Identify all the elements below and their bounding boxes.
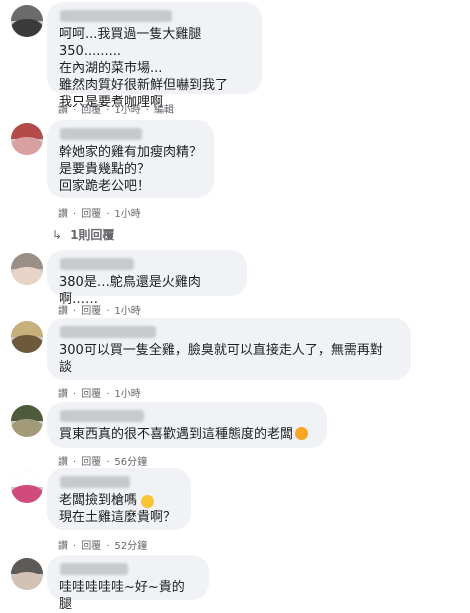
avatar-figure bbox=[11, 485, 43, 503]
avatar-figure bbox=[11, 267, 43, 285]
avatar[interactable] bbox=[11, 123, 43, 155]
edited-label[interactable]: 編輯 bbox=[154, 105, 174, 116]
comment-bubble: 380是…鴕鳥還是火雞肉啊…… bbox=[47, 250, 247, 307]
comment-text: 幹她家的雞有加瘦肉精？ 是要貴幾點的？ 回家跪老公吧！ bbox=[59, 145, 203, 194]
comment-actions: 讚 · 回覆 · 1小時 · 編輯 bbox=[58, 105, 174, 116]
reply-link[interactable]: 回覆 bbox=[81, 389, 101, 400]
comment-bubble: 買東西真的很不喜歡遇到這種態度的老闆 bbox=[47, 402, 327, 448]
comment-text: 買東西真的很不喜歡遇到這種態度的老闆 bbox=[59, 426, 315, 443]
reply-link[interactable]: 回覆 bbox=[81, 541, 101, 552]
commenter-name-blurred[interactable] bbox=[60, 563, 128, 575]
like-link[interactable]: 讚 bbox=[58, 457, 68, 468]
commenter-name-blurred[interactable] bbox=[60, 410, 144, 422]
comment-bubble: 老闆撿到槍嗎 現在土雞這麼貴啊？ bbox=[47, 468, 191, 530]
comment-actions: 讚 · 回覆 · 1小時 bbox=[58, 306, 141, 317]
avatar-figure bbox=[11, 335, 43, 353]
like-link[interactable]: 讚 bbox=[58, 209, 68, 220]
comment-actions: 讚 · 回覆 · 1小時 bbox=[58, 389, 141, 400]
timestamp[interactable]: 56分鐘 bbox=[114, 457, 147, 468]
comment-text-content: 買東西真的很不喜歡遇到這種態度的老闆 bbox=[59, 427, 294, 442]
commenter-name-blurred[interactable] bbox=[60, 326, 156, 338]
timestamp[interactable]: 1小時 bbox=[114, 209, 140, 220]
comment-actions: 讚 · 回覆 · 52分鐘 bbox=[58, 541, 148, 552]
crazy-face-icon bbox=[141, 495, 154, 508]
avatar[interactable] bbox=[11, 558, 43, 590]
like-link[interactable]: 讚 bbox=[58, 306, 68, 317]
commenter-name-blurred[interactable] bbox=[60, 128, 142, 140]
commenter-name-blurred[interactable] bbox=[60, 476, 130, 488]
avatar[interactable] bbox=[11, 471, 43, 503]
like-link[interactable]: 讚 bbox=[58, 389, 68, 400]
avatar[interactable] bbox=[11, 253, 43, 285]
comment-text-content: 老闆撿到槍嗎 現在土雞這麼貴啊？ bbox=[59, 493, 177, 525]
avatar-figure bbox=[11, 572, 43, 590]
comment-text: 呵呵...我買過一隻大雞腿350......... 在內湖的菜市場... 雖然肉… bbox=[59, 27, 229, 110]
reply-link[interactable]: 回覆 bbox=[81, 209, 101, 220]
avatar[interactable] bbox=[11, 405, 43, 437]
commenter-name-blurred[interactable] bbox=[60, 258, 134, 270]
avatar[interactable] bbox=[11, 5, 43, 37]
timestamp[interactable]: 1小時 bbox=[114, 389, 140, 400]
reply-arrow-icon: ↳ bbox=[52, 228, 63, 242]
timestamp[interactable]: 1小時 bbox=[114, 105, 140, 116]
reply-link[interactable]: 回覆 bbox=[81, 306, 101, 317]
reply-link[interactable]: 回覆 bbox=[81, 105, 101, 116]
timestamp[interactable]: 1小時 bbox=[114, 306, 140, 317]
avatar-figure bbox=[11, 137, 43, 155]
comment-text-line-1: 老闆撿到槍嗎 現在土雞這麼貴啊？ bbox=[59, 493, 176, 525]
comment-text: 300可以買一隻全雞，臉臭就可以直接走人了，無需再對 談 bbox=[59, 343, 383, 375]
timestamp[interactable]: 52分鐘 bbox=[114, 541, 147, 552]
comment-bubble: 呵呵...我買過一隻大雞腿350......... 在內湖的菜市場... 雖然肉… bbox=[47, 2, 262, 110]
comment-bubble: 300可以買一隻全雞，臉臭就可以直接走人了，無需再對 談 bbox=[47, 318, 411, 380]
comment-bubble: 哇哇哇哇哇~好~貴的腿 bbox=[47, 555, 209, 612]
view-replies-link[interactable]: ↳ 1則回覆 bbox=[52, 226, 114, 243]
like-link[interactable]: 讚 bbox=[58, 541, 68, 552]
view-replies-label: 1則回覆 bbox=[70, 228, 115, 242]
comment-actions: 讚 · 回覆 · 56分鐘 bbox=[58, 457, 148, 468]
avatar[interactable] bbox=[11, 321, 43, 353]
like-link[interactable]: 讚 bbox=[58, 105, 68, 116]
avatar-figure bbox=[11, 19, 43, 37]
avatar-figure bbox=[11, 419, 43, 437]
comment-actions: 讚 · 回覆 · 1小時 bbox=[58, 209, 141, 220]
comment-text: 老闆撿到槍嗎 現在土雞這麼貴啊？ bbox=[59, 492, 179, 526]
reply-link[interactable]: 回覆 bbox=[81, 457, 101, 468]
angry-face-icon bbox=[295, 427, 309, 440]
commenter-name-blurred[interactable] bbox=[60, 10, 172, 22]
comment-bubble: 幹她家的雞有加瘦肉精？ 是要貴幾點的？ 回家跪老公吧！ bbox=[47, 120, 214, 198]
comment-text: 哇哇哇哇哇~好~貴的腿 bbox=[59, 580, 185, 612]
